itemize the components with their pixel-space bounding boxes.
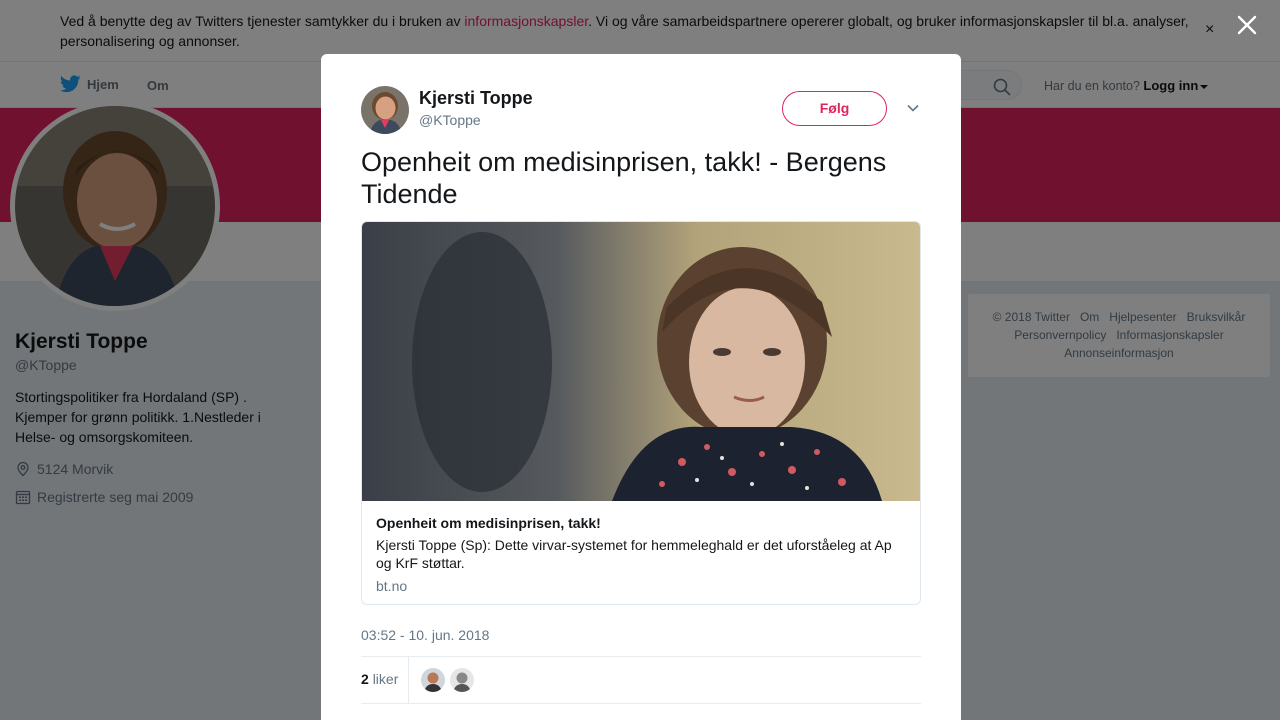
liker-avatar[interactable]: [421, 668, 445, 692]
card-description: Kjersti Toppe (Sp): Dette virvar-systeme…: [376, 537, 892, 571]
liker-avatar[interactable]: [450, 668, 474, 692]
tweet-stats: 2 liker: [361, 656, 921, 704]
likes-label: liker: [372, 671, 399, 687]
liker-photo: [421, 668, 445, 692]
stats-divider: [408, 657, 409, 703]
tweet-author-handle[interactable]: @KToppe: [419, 112, 481, 128]
link-card[interactable]: Openheit om medisinprisen, takk! Kjersti…: [361, 221, 921, 605]
card-title: Openheit om medisinprisen, takk!: [376, 515, 601, 531]
liker-photo: [450, 668, 474, 692]
card-domain: bt.no: [376, 578, 408, 594]
likes-stat[interactable]: 2 liker: [361, 671, 398, 687]
author-photo: [361, 86, 409, 134]
tweet-text: Openheit om medisinprisen, takk! - Berge…: [361, 147, 887, 209]
tweet-author-avatar[interactable]: [361, 86, 409, 134]
follow-button[interactable]: Følg: [782, 91, 887, 126]
tweet-author-name[interactable]: Kjersti Toppe: [419, 88, 533, 109]
chevron-down-icon[interactable]: [906, 101, 920, 115]
tweet-timestamp[interactable]: 03:52 - 10. jun. 2018: [361, 627, 489, 643]
likes-count: 2: [361, 671, 369, 687]
card-image: [362, 222, 920, 501]
close-icon[interactable]: [1236, 14, 1258, 36]
tweet-modal: Kjersti Toppe @KToppe Følg Openheit om m…: [321, 54, 961, 720]
